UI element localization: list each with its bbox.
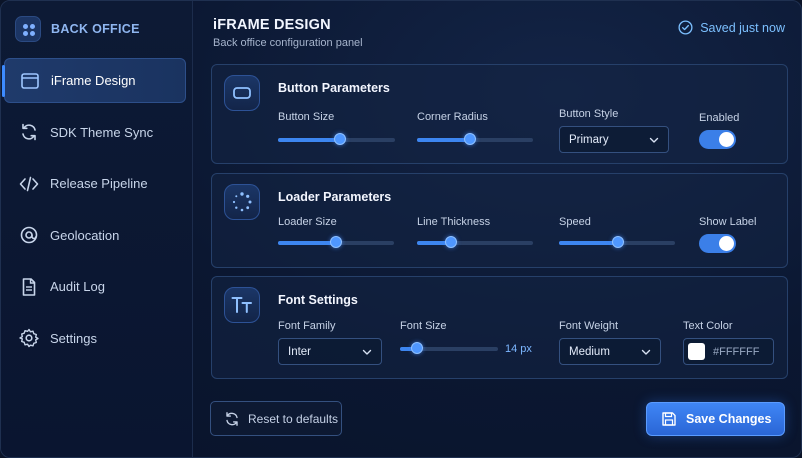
color-swatch[interactable]	[688, 343, 705, 360]
sidebar: BACK OFFICE iFrame Design SDK Theme Sync…	[1, 1, 193, 457]
field-label: Font Family	[278, 320, 336, 332]
slider-thumb[interactable]	[330, 236, 342, 248]
card-title: Loader Parameters	[278, 190, 392, 204]
sidebar-item-settings[interactable]: Settings	[1, 316, 193, 361]
sidebar-item-label: iFrame Design	[51, 73, 136, 88]
color-hex-value: #FFFFFF	[713, 346, 760, 358]
save-disk-icon	[662, 412, 676, 426]
sidebar-item-sdk-theme-sync[interactable]: SDK Theme Sync	[1, 110, 193, 155]
loader-size-slider[interactable]	[278, 236, 394, 250]
slider-thumb[interactable]	[464, 133, 477, 145]
slider-thumb[interactable]	[410, 342, 423, 354]
code-icon	[19, 174, 39, 194]
enabled-toggle[interactable]	[699, 130, 736, 149]
reset-button-label: Reset to defaults	[248, 411, 339, 426]
button-style-select[interactable]: Primary	[559, 126, 669, 153]
sidebar-item-label: Audit Log	[50, 279, 105, 294]
field-label: Font Weight	[559, 320, 619, 332]
sidebar-item-label: Settings	[50, 330, 97, 346]
app-window: BACK OFFICE iFrame Design SDK Theme Sync…	[0, 0, 802, 458]
save-button-label: Save Changes	[686, 412, 772, 426]
sidebar-item-iframe-design[interactable]: iFrame Design	[2, 58, 186, 103]
check-circle-icon	[678, 20, 693, 35]
chevron-down-icon	[641, 349, 651, 355]
font-settings-card: Font Settings Font Family Inter Font Siz…	[211, 276, 788, 379]
brand-name: BACK OFFICE	[51, 22, 140, 36]
spinner-icon	[224, 184, 260, 220]
font-family-select[interactable]: Inter	[278, 338, 382, 365]
sidebar-nav: iFrame Design SDK Theme Sync Release Pip…	[1, 58, 193, 367]
grid-dots-icon	[15, 16, 41, 42]
sidebar-item-audit-log[interactable]: Audit Log	[1, 264, 193, 309]
sync-icon	[19, 122, 39, 142]
font-weight-select[interactable]: Medium	[559, 338, 661, 365]
field-label: Button Style	[559, 108, 619, 120]
field-label: Show Label	[699, 216, 757, 228]
slider-thumb[interactable]	[334, 133, 346, 145]
text-color-input[interactable]: #FFFFFF	[683, 338, 774, 365]
field-label: Text Color	[683, 320, 733, 332]
line-thickness-slider[interactable]	[417, 236, 533, 250]
select-value: Medium	[569, 345, 610, 358]
window-icon	[20, 71, 40, 91]
field-label: Enabled	[699, 112, 740, 124]
chevron-down-icon	[362, 349, 372, 355]
font-size-value: 14 px	[505, 343, 532, 355]
select-value: Inter	[288, 345, 312, 358]
card-title: Font Settings	[278, 293, 358, 307]
field-label: Corner Radius	[417, 111, 488, 123]
field-label: Loader Size	[278, 216, 337, 228]
show-label-toggle[interactable]	[699, 234, 736, 253]
reset-to-defaults-button[interactable]: Reset to defaults	[210, 401, 342, 436]
button-size-slider[interactable]	[278, 133, 395, 147]
button-shape-icon	[224, 75, 260, 111]
sidebar-item-label: SDK Theme Sync	[50, 124, 154, 140]
field-label: Speed	[559, 216, 591, 228]
reset-icon	[226, 411, 238, 426]
save-status: Saved just now	[678, 20, 785, 35]
save-status-text: Saved just now	[700, 20, 785, 35]
field-label: Line Thickness	[417, 216, 491, 228]
font-size-slider[interactable]	[400, 342, 498, 356]
corner-radius-slider[interactable]	[417, 133, 533, 147]
document-icon	[19, 277, 39, 297]
sidebar-item-label: Geolocation	[50, 227, 120, 243]
field-label: Button Size	[278, 111, 335, 123]
loader-parameters-card: Loader Parameters Loader Size Line Thick…	[211, 173, 788, 268]
brand: BACK OFFICE	[15, 15, 140, 43]
button-parameters-card: Button Parameters Button Size Corner Rad…	[211, 64, 788, 164]
at-location-icon	[19, 225, 39, 245]
save-changes-button[interactable]: Save Changes	[646, 402, 785, 436]
text-tt-icon	[224, 287, 260, 323]
field-label: Font Size	[400, 320, 447, 332]
slider-thumb[interactable]	[612, 236, 625, 248]
select-value: Primary	[569, 133, 609, 146]
card-title: Button Parameters	[278, 81, 390, 95]
speed-slider[interactable]	[559, 236, 675, 250]
sidebar-item-geolocation[interactable]: Geolocation	[1, 213, 193, 258]
sidebar-item-release-pipeline[interactable]: Release Pipeline	[1, 161, 193, 206]
gear-icon	[19, 328, 39, 348]
sidebar-item-label: Release Pipeline	[50, 176, 148, 191]
chevron-down-icon	[649, 137, 659, 143]
slider-thumb[interactable]	[444, 236, 457, 248]
page-title: iFRAME DESIGN	[213, 17, 331, 33]
page-subtitle: Back office configuration panel	[213, 37, 363, 49]
